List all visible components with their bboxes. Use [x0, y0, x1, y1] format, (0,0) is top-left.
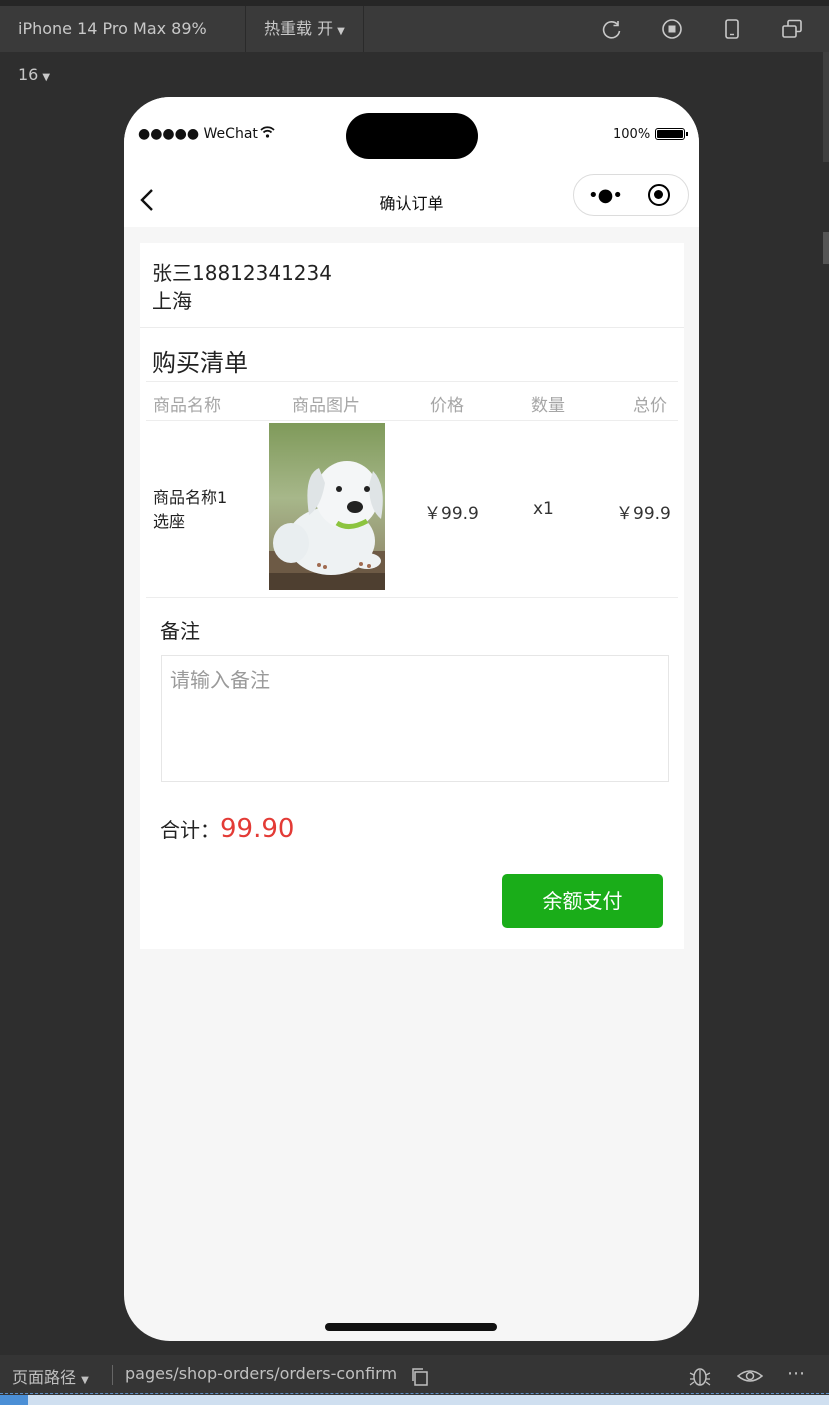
column-header: 商品图片 — [292, 396, 360, 416]
target-icon[interactable] — [648, 184, 670, 206]
stop-icon[interactable] — [661, 18, 683, 40]
simulator-toolbar: iPhone 14 Pro Max 89% 16 ▼ 热重载 开 ▼ — [0, 0, 829, 84]
nav-bar: 确认订单 •●• — [124, 173, 699, 227]
scrollbar-track — [823, 52, 829, 162]
chevron-down-icon: ▼ — [42, 72, 51, 83]
refresh-icon[interactable] — [601, 18, 623, 40]
product-variant-line: 选座 — [153, 512, 186, 531]
divider — [140, 327, 684, 328]
page-path-bar: 页面路径 ▼ pages/shop-orders/orders-confirm … — [0, 1355, 829, 1395]
item-total: ￥99.9 — [616, 504, 671, 524]
page-path-label: 页面路径 — [12, 1368, 77, 1387]
carrier-label: ●●●●● WeChat — [138, 126, 275, 142]
console-strip — [0, 1395, 829, 1405]
order-card: 张三18812341234 上海 购买清单 商品名称 商品图片 价格 数量 总价… — [140, 243, 684, 949]
total-label: 合计： — [160, 818, 220, 842]
divider — [0, 1393, 829, 1394]
hot-reload-label: 热重载 开 — [264, 19, 334, 38]
more-icon[interactable]: ⋯ — [787, 1363, 809, 1385]
window-icon[interactable] — [781, 18, 803, 40]
remark-field — [161, 655, 669, 782]
chevron-down-icon: ▼ — [81, 1375, 89, 1386]
hot-reload-toggle[interactable]: 热重载 开 ▼ — [246, 6, 364, 52]
chevron-down-icon: ▼ — [337, 26, 345, 37]
product-image — [269, 423, 385, 590]
order-total: 合计：99.90 — [160, 814, 294, 844]
table-header: 商品名称 商品图片 价格 数量 总价 — [146, 381, 678, 421]
total-amount: 99.90 — [220, 814, 295, 844]
remark-input[interactable] — [162, 656, 668, 781]
column-header: 商品名称 — [153, 396, 221, 416]
balance-pay-button[interactable]: 余额支付 — [502, 874, 663, 928]
battery-icon — [655, 128, 688, 140]
phone-simulator: ●●●●● WeChat 100% 确认订单 •●• 张三18812341234… — [124, 97, 699, 1341]
section-title: 购买清单 — [152, 349, 248, 377]
product-name-line: 商品名称1 — [153, 488, 228, 507]
bug-icon[interactable] — [688, 1365, 711, 1387]
column-header: 总价 — [633, 396, 667, 416]
phone-icon[interactable] — [721, 18, 743, 40]
contact-line: 张三18812341234 — [152, 261, 332, 285]
separator — [112, 1365, 113, 1385]
item-quantity: x1 — [533, 499, 554, 519]
city-line: 上海 — [152, 289, 192, 313]
product-name: 商品名称1 选座 — [153, 486, 253, 534]
column-header: 数量 — [531, 396, 565, 416]
mini-program-capsule: •●• — [573, 174, 689, 216]
wifi-icon — [260, 126, 275, 142]
eye-icon[interactable] — [736, 1365, 764, 1387]
copy-icon[interactable] — [410, 1367, 432, 1389]
scrollbar-thumb[interactable] — [823, 232, 829, 264]
address-block[interactable]: 张三18812341234 上海 — [152, 259, 332, 315]
dynamic-island — [346, 113, 478, 159]
status-bar: ●●●●● WeChat 100% — [124, 97, 699, 173]
more-dots-icon[interactable]: •●• — [588, 185, 623, 206]
page-path: pages/shop-orders/orders-confirm — [125, 1364, 398, 1383]
table-row: 商品名称1 选座 ￥99.9 x1 ￥99.9 — [146, 419, 678, 598]
active-marker — [0, 1395, 28, 1405]
battery-percent: 100% — [613, 127, 651, 142]
home-indicator — [325, 1323, 497, 1331]
page-path-selector[interactable]: 页面路径 ▼ — [12, 1364, 89, 1388]
column-header: 价格 — [430, 396, 464, 416]
remark-label: 备注 — [160, 619, 200, 643]
item-price: ￥99.9 — [424, 504, 479, 524]
device-selector[interactable]: iPhone 14 Pro Max 89% 16 ▼ — [0, 6, 246, 84]
